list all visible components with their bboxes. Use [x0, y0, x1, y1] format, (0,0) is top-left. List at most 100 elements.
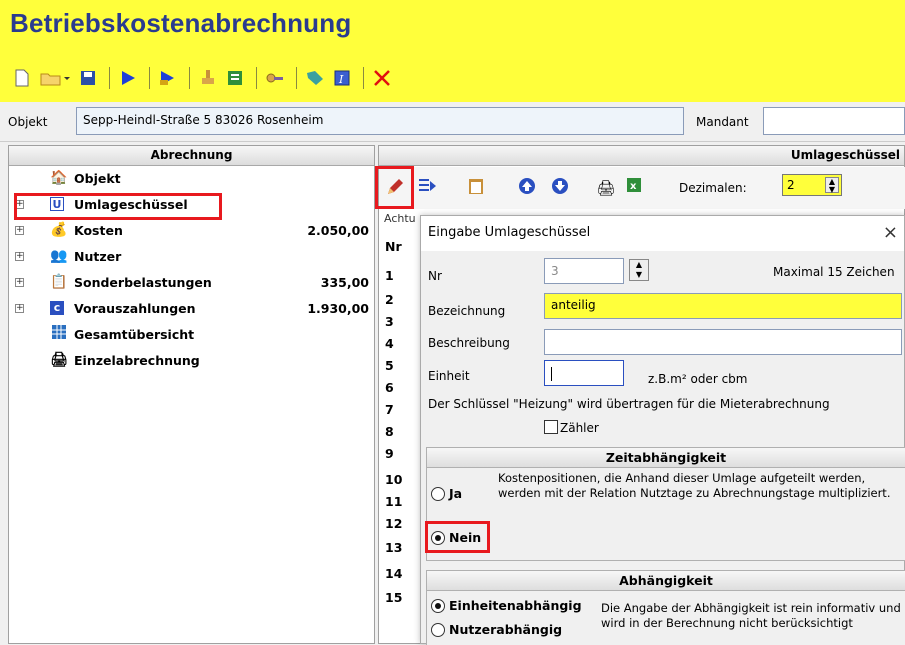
excel-export-icon[interactable]: x — [623, 177, 645, 199]
nr-row[interactable]: 4 — [385, 336, 394, 351]
tree-item-kosten[interactable]: + 💰 Kosten 2.050,00 — [9, 220, 375, 244]
radio-nutzer[interactable]: Nutzerabhängig — [431, 622, 562, 637]
beschreibung-input[interactable] — [544, 329, 902, 355]
paste-icon[interactable] — [465, 177, 487, 199]
nr-row[interactable]: 11 — [385, 494, 402, 509]
tree-item-einzelabrechnung[interactable]: 🖨 Einzelabrechnung — [9, 350, 375, 374]
bezeichnung-label: Bezeichnung — [428, 304, 506, 318]
nr-row[interactable]: 2 — [385, 292, 394, 307]
toolbar-separator — [149, 67, 150, 89]
save-icon[interactable] — [76, 66, 100, 90]
mandant-label: Mandant — [696, 115, 749, 129]
radio-circle — [431, 486, 445, 501]
dialog-title-text: Eingabe Umlageschüssel — [428, 225, 591, 240]
nr-row[interactable]: 5 — [385, 358, 394, 373]
toolbar-separator — [109, 67, 110, 89]
dezimalen-spinner[interactable]: 2 ▲ ▼ — [782, 174, 842, 196]
zeit-group: Zeitabhängigkeit Ja Nein Kostenpositione… — [426, 447, 905, 561]
zaehler-label: Zähler — [560, 421, 599, 435]
tree-item-label: Objekt — [74, 171, 121, 186]
move-down-icon[interactable] — [549, 177, 571, 199]
abh-group: Abhängigkeit Einheitenabhängig Nutzerabh… — [426, 570, 905, 645]
nr-column: Nr 1 2 3 4 5 6 7 8 9 10 11 12 13 14 15 — [379, 234, 419, 645]
open-folder-icon[interactable] — [37, 66, 73, 90]
nr-row[interactable]: 6 — [385, 380, 394, 395]
expand-icon[interactable]: + — [15, 252, 24, 261]
key-icon[interactable] — [263, 66, 287, 90]
nr-row[interactable]: 14 — [385, 566, 402, 581]
right-panel-header: Umlageschüssel — [379, 146, 904, 166]
list-icon[interactable] — [223, 66, 247, 90]
zeit-text: Kostenpositionen, die Anhand dieser Umla… — [498, 471, 891, 500]
nr-row[interactable]: 15 — [385, 590, 402, 605]
run-icon[interactable] — [116, 66, 140, 90]
app-title: Betriebskostenabrechnung — [10, 8, 352, 38]
nr-field[interactable]: 3 — [544, 258, 624, 284]
tree-item-label: Sonderbelastungen — [74, 275, 212, 290]
nr-row[interactable]: 12 — [385, 516, 402, 531]
nr-row[interactable]: 13 — [385, 540, 402, 555]
radio-einheiten[interactable]: Einheitenabhängig — [431, 598, 582, 613]
mandant-field[interactable] — [763, 107, 905, 135]
right-toolbar: 🖨 x Dezimalen: 2 ▲ ▼ — [379, 167, 905, 209]
spin-icon[interactable]: ▲ ▼ — [825, 177, 839, 194]
insert-row-icon[interactable] — [417, 177, 439, 199]
tree-item-objekt[interactable]: 🏠 Objekt — [9, 168, 375, 192]
stamp-icon[interactable] — [196, 66, 220, 90]
radio-ja[interactable]: Ja — [431, 486, 462, 501]
print-icon[interactable]: 🖨 — [595, 177, 617, 199]
tree-item-vorauszahlungen[interactable]: + c Vorauszahlungen 1.930,00 — [9, 298, 375, 322]
expand-icon[interactable]: + — [15, 278, 24, 287]
highlight-umlageschuessel — [14, 193, 222, 220]
bezeichnung-input[interactable]: anteilig — [544, 293, 902, 319]
new-file-icon[interactable] — [10, 66, 34, 90]
toolbar-separator — [256, 67, 257, 89]
tree-item-value: 1.930,00 — [307, 301, 369, 316]
nr-row[interactable]: 3 — [385, 314, 394, 329]
toolbar-separator — [363, 67, 364, 89]
close-icon[interactable]: × — [883, 222, 898, 243]
tree-item-label: Vorauszahlungen — [74, 301, 196, 316]
nr-row[interactable]: 8 — [385, 424, 394, 439]
tree-item-value: 335,00 — [320, 275, 369, 290]
users-icon: 👥 — [50, 248, 68, 264]
house-icon: 🏠 — [50, 170, 68, 186]
nr-header: Nr — [385, 239, 402, 254]
tree-item-gesamtuebersicht[interactable]: Gesamtübersicht — [9, 324, 375, 348]
delete-icon[interactable] — [370, 66, 394, 90]
einheit-input[interactable] — [544, 360, 624, 386]
move-up-icon[interactable] — [516, 177, 538, 199]
tree-item-sonderbelastungen[interactable]: + 📋 Sonderbelastungen 335,00 — [9, 272, 375, 296]
beschreibung-label: Beschreibung — [428, 336, 510, 350]
printer-icon: 🖨 — [50, 352, 68, 368]
hint-text: Achtu — [384, 212, 416, 225]
radio-ja-label: Ja — [449, 486, 463, 501]
tree-item-label: Einzelabrechnung — [74, 353, 200, 368]
table-icon — [50, 325, 68, 343]
dezimalen-label: Dezimalen: — [679, 181, 747, 195]
tree-item-nutzer[interactable]: + 👥 Nutzer — [9, 246, 375, 270]
title-bar: Betriebskostenabrechnung I — [0, 0, 905, 102]
radio-circle — [431, 622, 445, 637]
nr-row[interactable]: 9 — [385, 446, 394, 461]
zaehler-checkbox[interactable] — [544, 420, 558, 434]
radio-circle-checked — [431, 598, 445, 613]
main-toolbar: I — [10, 64, 397, 92]
einheit-label: Einheit — [428, 369, 470, 383]
clipboard-icon: 📋 — [50, 274, 68, 290]
left-panel-header: Abrechnung — [9, 146, 374, 166]
nr-spin-icon[interactable]: ▲ ▼ — [629, 259, 649, 281]
run-all-icon[interactable] — [156, 66, 180, 90]
nr-row[interactable]: 7 — [385, 402, 394, 417]
dezimalen-value: 2 — [787, 178, 795, 192]
nr-row[interactable]: 1 — [385, 268, 394, 283]
expand-icon[interactable]: + — [15, 304, 24, 313]
nr-row[interactable]: 10 — [385, 472, 402, 487]
object-field[interactable]: Sepp-Heindl-Straße 5 83026 Rosenheim — [76, 107, 684, 135]
expand-icon[interactable]: + — [15, 226, 24, 235]
info-icon[interactable]: I — [330, 66, 354, 90]
zeit-header: Zeitabhängigkeit — [427, 448, 905, 468]
tag-icon[interactable] — [303, 66, 327, 90]
nr-label: Nr — [428, 269, 442, 283]
svg-text:x: x — [630, 181, 637, 192]
